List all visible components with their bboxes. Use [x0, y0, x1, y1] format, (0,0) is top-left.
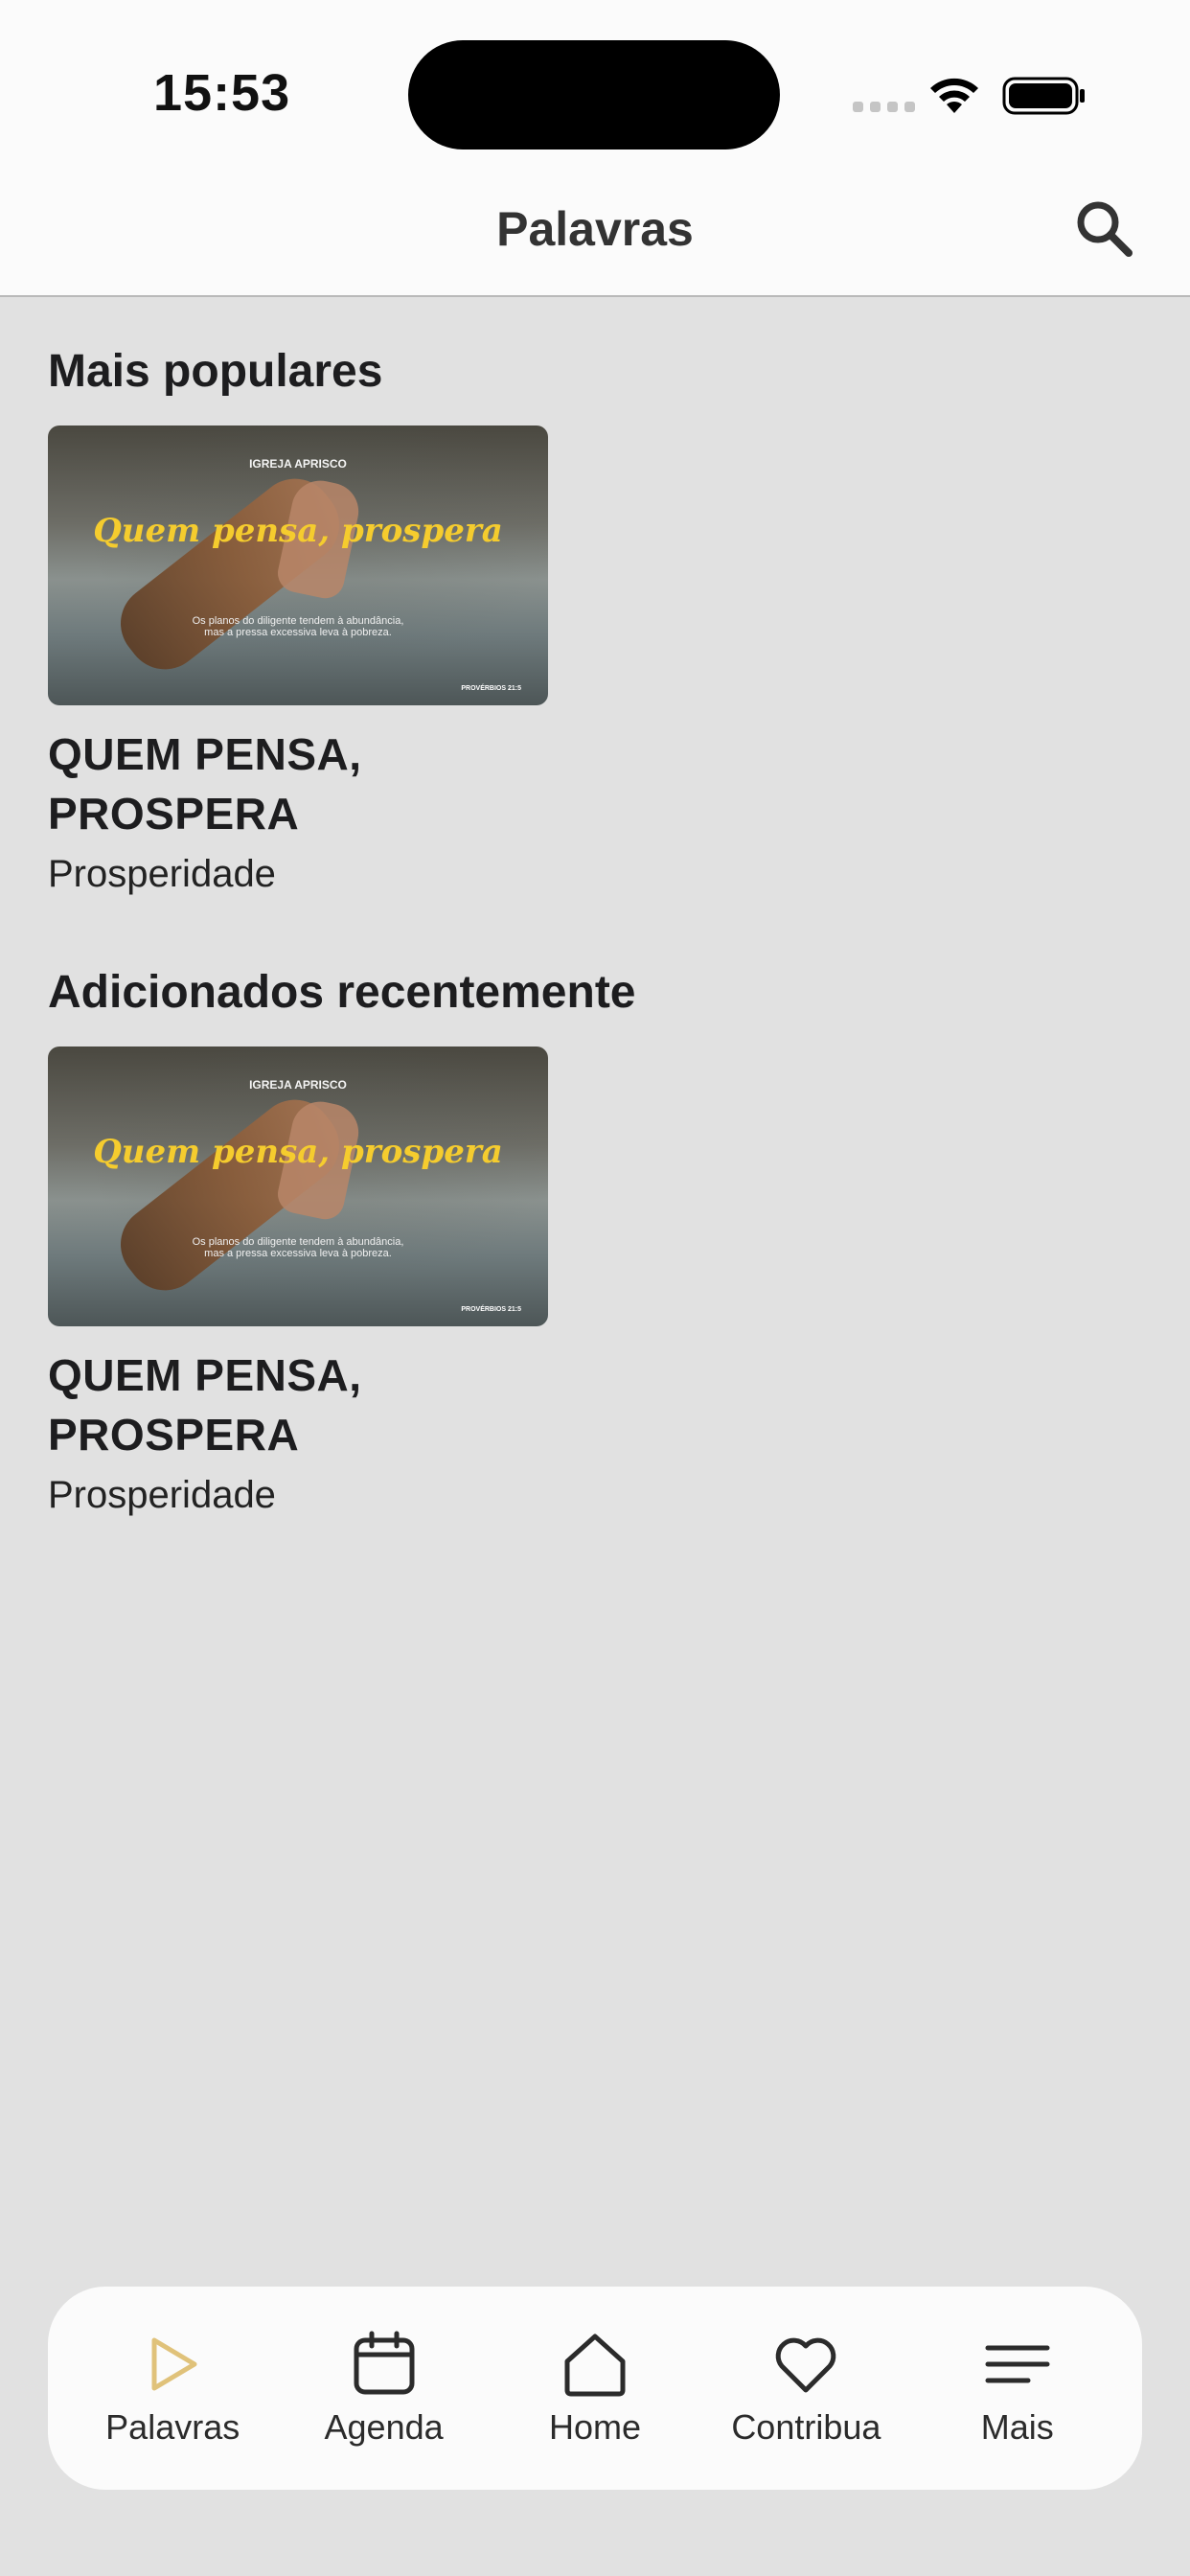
- page-title: Palavras: [496, 202, 694, 256]
- thumbnail-headline: Quem pensa, prospera: [93, 1133, 503, 1171]
- thumbnail-verse: Os planos do diligente tendem à abundânc…: [192, 1236, 404, 1259]
- tab-contribua[interactable]: Contribua: [710, 2329, 902, 2448]
- tab-bar: Palavras Agenda Home Contribua Mais: [48, 2287, 1142, 2490]
- wifi-icon: [930, 78, 978, 113]
- search-icon[interactable]: [1071, 196, 1138, 263]
- menu-icon: [985, 2345, 1050, 2383]
- tab-agenda[interactable]: Agenda: [288, 2329, 480, 2448]
- thumbnail-brand: IGREJA APRISCO: [249, 1078, 347, 1092]
- top-bar: 15:53 Palavras: [0, 0, 1190, 297]
- section-title-popular: Mais populares: [48, 346, 383, 397]
- tab-label: Home: [548, 2407, 641, 2447]
- thumbnail-headline: Quem pensa, prospera: [93, 512, 503, 550]
- thumbnail-verse: Os planos do diligente tendem à abundânc…: [192, 615, 404, 638]
- sermon-title[interactable]: QUEM PENSA, PROSPERA: [48, 724, 489, 843]
- sermon-card[interactable]: IGREJA APRISCO Quem pensa, prospera Os p…: [48, 426, 550, 896]
- battery-icon: [1002, 77, 1085, 115]
- status-time: 15:53: [153, 64, 291, 122]
- sermon-thumbnail[interactable]: IGREJA APRISCO Quem pensa, prospera Os p…: [48, 1046, 548, 1326]
- calendar-icon: [354, 2331, 415, 2395]
- heart-icon: [776, 2337, 836, 2393]
- thumbnail-brand: IGREJA APRISCO: [249, 457, 347, 471]
- tab-home[interactable]: Home: [499, 2329, 691, 2448]
- tab-palavras[interactable]: Palavras: [77, 2329, 268, 2448]
- cellular-signal-icon: [853, 102, 915, 112]
- home-icon: [564, 2334, 626, 2397]
- tab-label: Agenda: [324, 2407, 444, 2447]
- tab-mais[interactable]: Mais: [922, 2329, 1113, 2448]
- thumbnail-reference: PROVÉRBIOS 21:5: [461, 1306, 521, 1313]
- tab-label: Mais: [980, 2407, 1054, 2447]
- thumbnail-reference: PROVÉRBIOS 21:5: [461, 685, 521, 692]
- dynamic-island: [408, 40, 780, 150]
- tab-label: Contribua: [731, 2407, 881, 2447]
- play-icon: [151, 2337, 197, 2391]
- sermon-title[interactable]: QUEM PENSA, PROSPERA: [48, 1346, 489, 1464]
- sermon-card[interactable]: IGREJA APRISCO Quem pensa, prospera Os p…: [48, 1046, 550, 1517]
- tab-label: Palavras: [105, 2407, 240, 2447]
- section-title-recent: Adicionados recentemente: [48, 967, 636, 1018]
- sermon-category: Prosperidade: [48, 853, 276, 895]
- sermon-category: Prosperidade: [48, 1474, 276, 1516]
- sermon-thumbnail[interactable]: IGREJA APRISCO Quem pensa, prospera Os p…: [48, 426, 548, 705]
